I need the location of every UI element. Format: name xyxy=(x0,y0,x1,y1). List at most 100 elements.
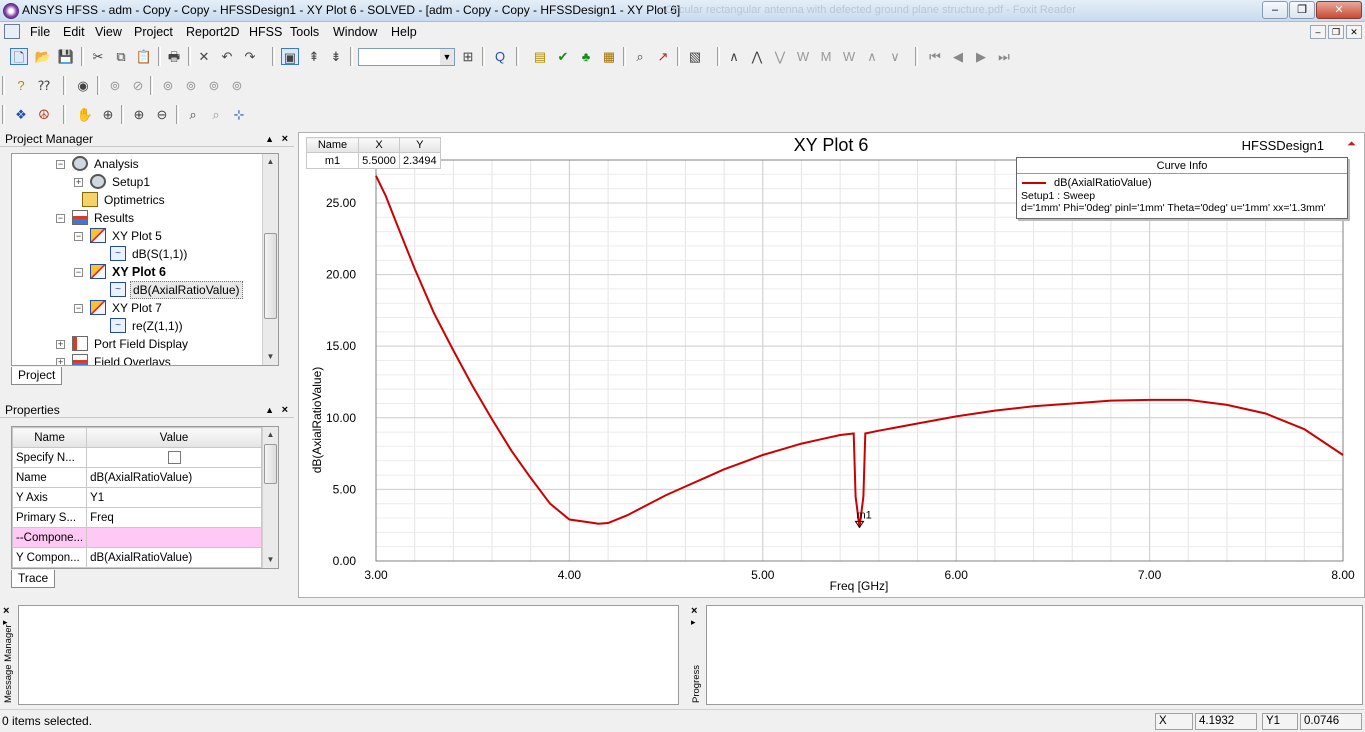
show-icon[interactable]: ⊚ xyxy=(106,77,124,94)
expand-icon[interactable]: + xyxy=(56,340,65,349)
valley-icon[interactable]: ∨ xyxy=(886,48,904,65)
xy-plot-window[interactable]: 3.00 4.00 5.00 6.00 7.00 8.00 0.00 5.00 10.00 15.… xyxy=(298,132,1365,598)
tree-item[interactable]: + Field Overlays xyxy=(12,353,262,365)
property-row[interactable]: Name dB(AxialRatioValue) xyxy=(12,467,262,488)
menu-hfss[interactable]: HFSS xyxy=(249,25,282,39)
plot-icon[interactable]: ↗ xyxy=(654,48,672,65)
tree-item[interactable]: − XY Plot 7 xyxy=(12,299,262,317)
tree-icon[interactable]: ⇟ xyxy=(327,48,345,65)
scroll-thumb[interactable] xyxy=(264,444,277,484)
first-icon[interactable]: ⏮ xyxy=(926,48,944,65)
copy-icon[interactable]: ⧉ xyxy=(112,48,130,65)
save-icon[interactable]: 💾 xyxy=(57,48,75,65)
mdi-close-button[interactable]: ✕ xyxy=(1346,25,1362,39)
undo-icon[interactable]: ↶ xyxy=(218,48,236,65)
close-icon[interactable]: × xyxy=(282,131,288,147)
new-project-icon[interactable]: 🗋 xyxy=(10,48,28,65)
model-icon[interactable]: ❖ xyxy=(12,106,30,123)
menu-view[interactable]: View xyxy=(95,25,122,39)
tree-item[interactable]: + Port Field Display xyxy=(12,335,262,353)
menu-window[interactable]: Window xyxy=(333,25,377,39)
document-icon[interactable] xyxy=(4,24,20,39)
cut-icon[interactable]: ✂ xyxy=(89,48,107,65)
marker-prev-icon[interactable]: M xyxy=(817,48,835,65)
property-row[interactable]: Y Axis Y1 xyxy=(12,487,262,508)
help-icon[interactable]: ? xyxy=(12,77,30,94)
close-icon[interactable]: × xyxy=(3,605,16,617)
menu-report2d[interactable]: Report2D xyxy=(186,25,240,39)
analyze-icon[interactable]: ✔ xyxy=(554,48,572,65)
view-sel-icon[interactable]: ⊚ xyxy=(182,77,200,94)
property-row[interactable]: Y Compon... dB(AxialRatioValue) xyxy=(12,547,262,568)
property-value[interactable]: dB(AxialRatioValue) xyxy=(86,547,262,568)
property-value[interactable]: Freq xyxy=(86,507,262,528)
validate-icon[interactable]: ▤ xyxy=(531,48,549,65)
zoom-fit-icon[interactable]: ⌕ xyxy=(207,106,225,123)
property-value[interactable] xyxy=(86,447,262,468)
menu-tools[interactable]: Tools xyxy=(290,25,319,39)
axis-icon[interactable]: ⊹ xyxy=(230,106,248,123)
print-icon[interactable]: 🖶 xyxy=(165,48,183,65)
zoom-icon[interactable]: ⌕ xyxy=(184,106,202,123)
quick-report-icon[interactable]: Q xyxy=(491,48,509,65)
collapse-icon[interactable]: − xyxy=(74,304,83,313)
tree-scrollbar[interactable]: ▲ ▼ xyxy=(262,154,278,365)
menu-file[interactable]: File xyxy=(30,25,50,39)
collapse-icon[interactable]: − xyxy=(74,268,83,277)
pin-icon[interactable]: ▲ xyxy=(265,402,274,418)
context-help-icon[interactable]: ⁇ xyxy=(35,77,53,94)
tree-item[interactable]: ~ re(Z(1,1)) xyxy=(12,317,262,335)
view-all-icon[interactable]: ⊚ xyxy=(159,77,177,94)
collapse-icon[interactable]: − xyxy=(56,214,65,223)
property-row[interactable]: Specify N... xyxy=(12,447,262,468)
fields-icon[interactable]: ☮ xyxy=(35,106,53,123)
marker-table[interactable]: Name X Y m1 5.5000 2.3494 xyxy=(306,137,441,169)
close-icon[interactable]: × xyxy=(282,402,288,418)
report-icon[interactable]: ▦ xyxy=(600,48,618,65)
tree-item[interactable]: − XY Plot 5 xyxy=(12,227,262,245)
menu-help[interactable]: Help xyxy=(391,25,417,39)
hide-icon[interactable]: ⊘ xyxy=(129,77,147,94)
properties-scrollbar[interactable]: ▲ ▼ xyxy=(262,427,278,568)
tree-item[interactable]: Optimetrics xyxy=(12,191,262,209)
scroll-thumb[interactable] xyxy=(264,233,277,319)
scroll-up-icon[interactable]: ▲ xyxy=(263,154,278,170)
pin-icon[interactable]: ▸ xyxy=(691,617,704,628)
menu-edit[interactable]: Edit xyxy=(63,25,85,39)
close-icon[interactable]: × xyxy=(691,605,704,617)
tab-trace[interactable]: Trace xyxy=(11,570,56,588)
scroll-down-icon[interactable]: ▼ xyxy=(263,552,278,568)
tree-item[interactable]: − XY Plot 6 xyxy=(12,263,262,281)
marker-right-icon[interactable]: W xyxy=(840,48,858,65)
expand-icon[interactable]: + xyxy=(56,358,65,365)
tree-item[interactable]: − Analysis xyxy=(12,155,262,173)
property-value[interactable] xyxy=(86,527,262,548)
minimize-button[interactable]: – xyxy=(1262,1,1288,19)
property-value[interactable]: Y1 xyxy=(86,487,262,508)
view-hide-icon[interactable]: ⊚ xyxy=(205,77,223,94)
maximize-button[interactable]: ❐ xyxy=(1289,1,1315,19)
tab-project[interactable]: Project xyxy=(11,367,63,385)
prev-icon[interactable]: ◀ xyxy=(949,48,967,65)
menu-project[interactable]: Project xyxy=(134,25,173,39)
property-checkbox[interactable] xyxy=(168,451,182,464)
eye-icon[interactable]: ◉ xyxy=(74,77,92,94)
marker-icon[interactable]: ∧ xyxy=(725,48,743,65)
project-tree[interactable]: − Analysis + Setup1 Optimetrics − Results − XY P… xyxy=(11,153,279,366)
mdi-minimize-button[interactable]: – xyxy=(1310,25,1326,39)
message-manager-pane[interactable] xyxy=(18,605,679,705)
peak-icon[interactable]: ∧ xyxy=(863,48,881,65)
results-icon[interactable]: ♣ xyxy=(577,48,595,65)
scroll-up-icon[interactable]: ▲ xyxy=(263,427,278,443)
open-icon[interactable]: 📂 xyxy=(34,48,52,65)
property-value[interactable]: dB(AxialRatioValue) xyxy=(86,467,262,488)
expand-icon[interactable]: + xyxy=(74,178,83,187)
marker-next-icon[interactable]: W xyxy=(794,48,812,65)
progress-pane[interactable] xyxy=(706,605,1363,705)
tree-item[interactable]: + Setup1 xyxy=(12,173,262,191)
curve-info-legend[interactable]: Curve Info dB(AxialRatioValue) Setup1 : … xyxy=(1016,157,1348,219)
pin-icon[interactable]: ▲ xyxy=(265,131,274,147)
tree-item[interactable]: ~ dB(AxialRatioValue) xyxy=(12,281,262,299)
export-icon[interactable]: ▧ xyxy=(686,48,704,65)
tree-item[interactable]: − Results xyxy=(12,209,262,227)
